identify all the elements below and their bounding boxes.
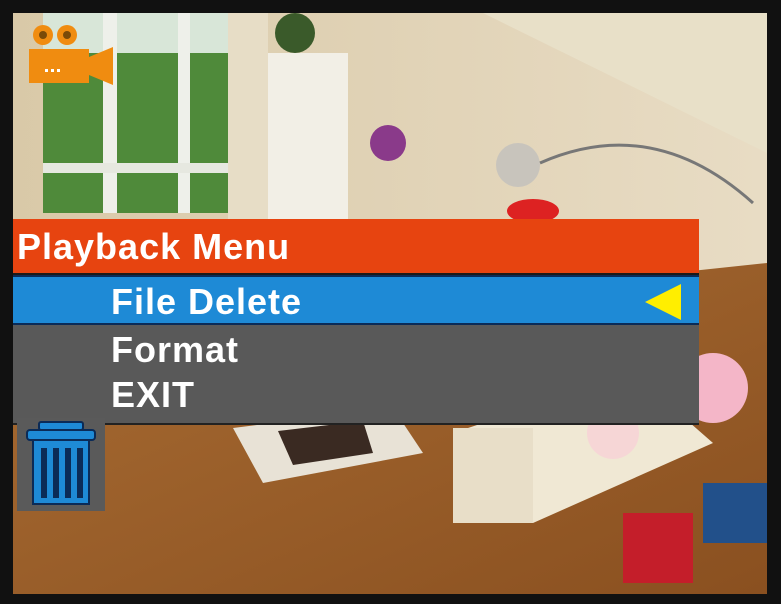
menu-item-file-delete[interactable]: File Delete xyxy=(13,275,699,325)
menu-item-label: EXIT xyxy=(111,374,196,415)
menu-item-label: File Delete xyxy=(111,281,303,322)
playback-menu-title: Playback Menu xyxy=(13,219,699,275)
camera-screen: Playback Menu File Delete Format EXIT xyxy=(13,13,767,594)
playback-menu-list: File Delete Format EXIT xyxy=(13,275,699,425)
trash-panel xyxy=(17,418,105,511)
selection-arrow-icon xyxy=(645,284,681,320)
video-camera-icon xyxy=(29,25,113,85)
menu-item-format[interactable]: Format xyxy=(13,325,699,375)
menu-item-exit[interactable]: EXIT xyxy=(13,370,699,420)
camera-display-frame: Playback Menu File Delete Format EXIT xyxy=(0,0,781,604)
menu-item-label: Format xyxy=(111,329,240,370)
trash-can-icon xyxy=(26,421,96,505)
